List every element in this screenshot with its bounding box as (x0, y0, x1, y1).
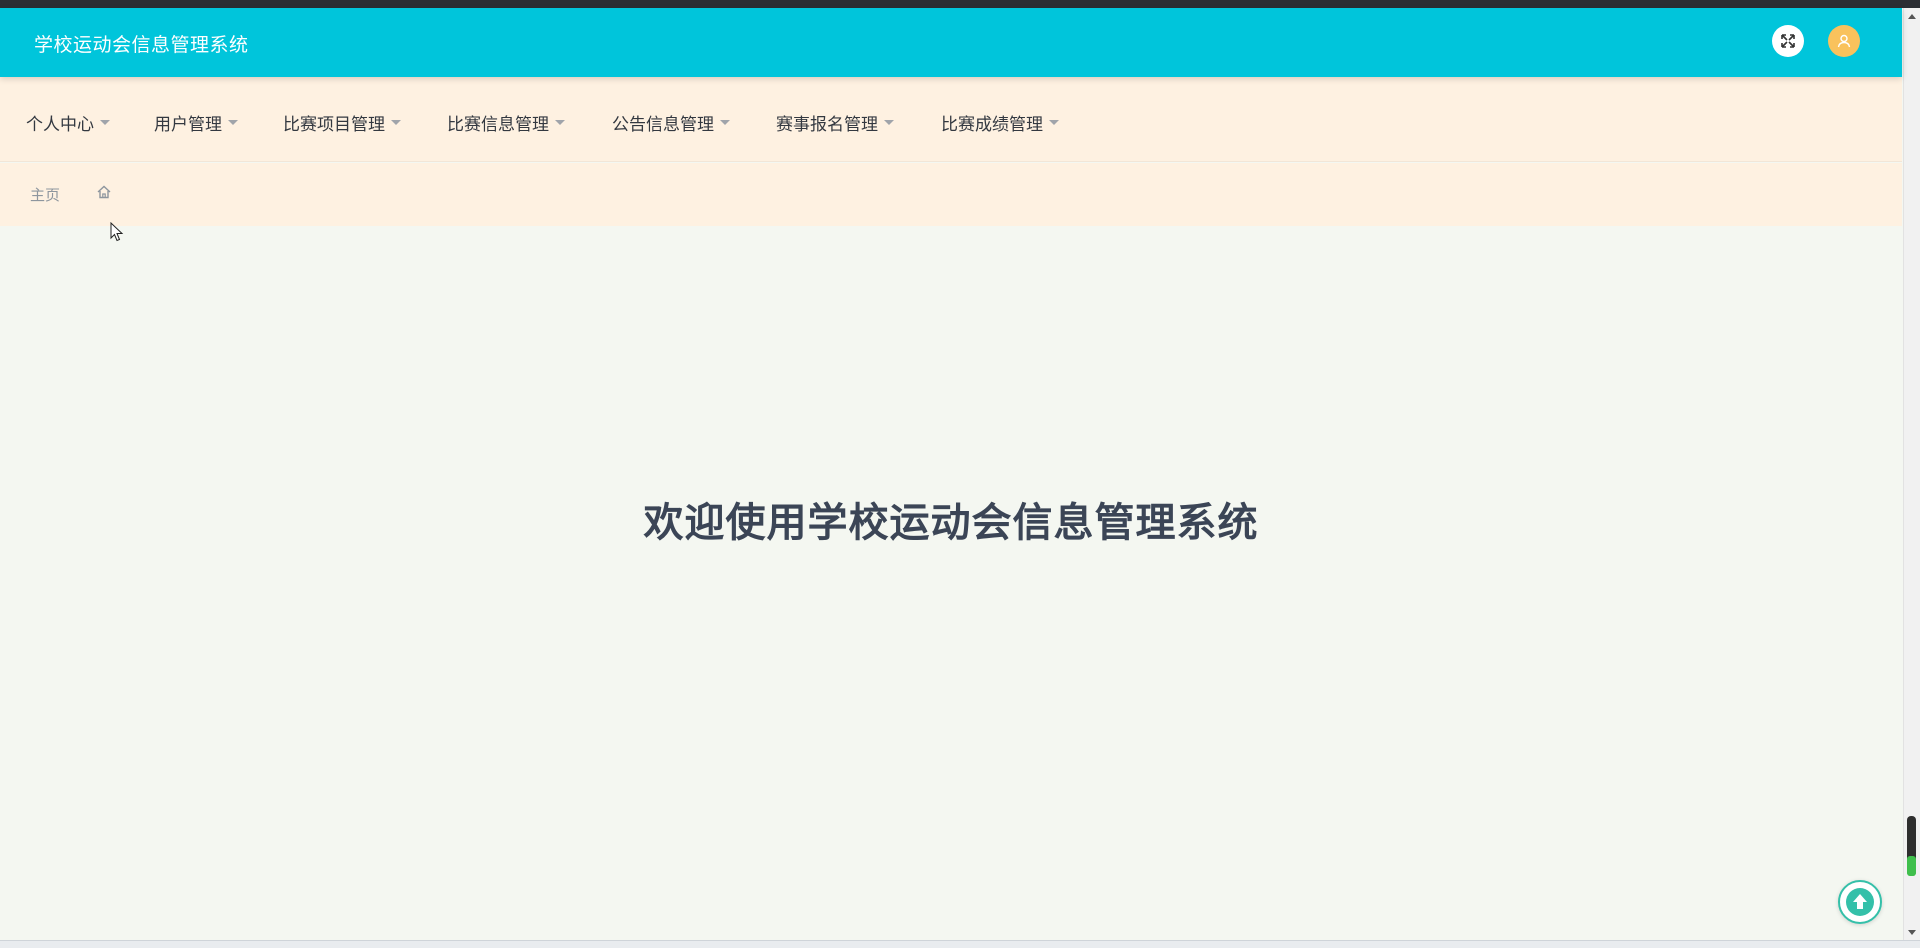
window-top-edge (0, 0, 1920, 8)
caret-down-icon (884, 119, 894, 125)
nav-item-label: 赛事报名管理 (776, 114, 878, 135)
nav-item-label: 公告信息管理 (612, 114, 714, 135)
user-avatar-button[interactable] (1828, 25, 1860, 57)
nav-item-user-management[interactable]: 用户管理 (154, 110, 238, 135)
scroll-up-arrow-icon[interactable] (1908, 14, 1916, 19)
nav-item-registration-management[interactable]: 赛事报名管理 (776, 110, 894, 135)
nav-item-score-management[interactable]: 比赛成绩管理 (941, 110, 1059, 135)
caret-down-icon (1049, 119, 1059, 125)
home-icon[interactable] (96, 184, 112, 200)
nav-item-label: 用户管理 (154, 114, 222, 135)
arrow-up-circle-icon (1846, 888, 1874, 916)
app-title: 学校运动会信息管理系统 (34, 34, 249, 56)
welcome-heading: 欢迎使用学校运动会信息管理系统 (643, 500, 1259, 546)
user-icon (1837, 34, 1851, 48)
nav-item-match-info-management[interactable]: 比赛信息管理 (447, 110, 565, 135)
nav-item-label: 比赛信息管理 (447, 114, 549, 135)
nav-item-label: 比赛项目管理 (283, 114, 385, 135)
nav-item-announcement-management[interactable]: 公告信息管理 (612, 110, 730, 135)
page-scrollbar[interactable] (1903, 8, 1920, 940)
scrollbar-thumb-indicator (1907, 856, 1916, 876)
scroll-down-arrow-icon[interactable] (1908, 930, 1916, 935)
nav-item-label: 比赛成绩管理 (941, 114, 1043, 135)
caret-down-icon (100, 119, 110, 125)
nav-item-event-project-management[interactable]: 比赛项目管理 (283, 110, 401, 135)
expand-icon (1781, 34, 1795, 48)
mouse-cursor-icon (110, 222, 124, 242)
caret-down-icon (228, 119, 238, 125)
fullscreen-button[interactable] (1772, 25, 1804, 57)
breadcrumb: 主页 (0, 163, 1902, 226)
app-header: 学校运动会信息管理系统 (0, 8, 1902, 77)
nav-item-label: 个人中心 (26, 114, 94, 135)
caret-down-icon (391, 119, 401, 125)
bottom-window-strip (0, 940, 1920, 948)
caret-down-icon (720, 119, 730, 125)
caret-down-icon (555, 119, 565, 125)
nav-item-personal-center[interactable]: 个人中心 (26, 110, 110, 135)
breadcrumb-home-link[interactable]: 主页 (30, 184, 60, 205)
top-nav-menu: 个人中心 用户管理 比赛项目管理 比赛信息管理 公告信息管理 赛事报名管理 比赛… (0, 77, 1902, 162)
back-to-top-button[interactable] (1838, 880, 1882, 924)
